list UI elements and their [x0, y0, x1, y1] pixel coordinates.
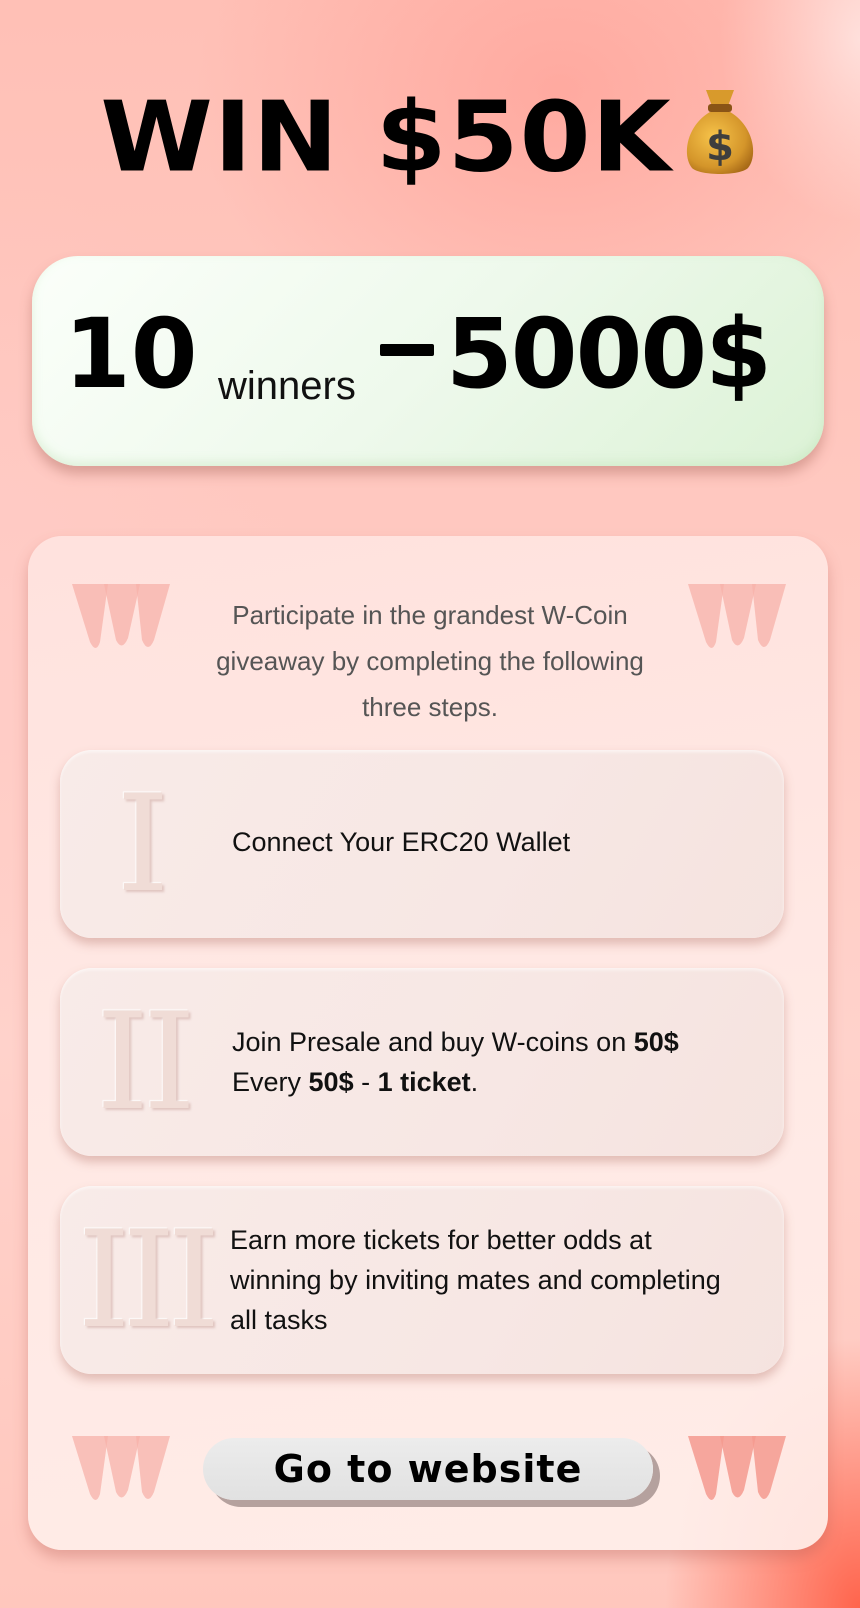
prize-card: 10 winners 5000$ — [32, 256, 824, 466]
svg-text:$: $ — [706, 124, 734, 170]
step-text-bold: 50$ — [633, 1027, 679, 1057]
step-numeral: I — [116, 766, 170, 922]
step-card-1: I Connect Your ERC20 Wallet — [60, 750, 784, 938]
prize-separator — [380, 344, 434, 356]
w-coin-logo-icon — [688, 584, 786, 648]
winner-count: 10 — [64, 298, 198, 410]
page-title: WIN $50K $ — [0, 78, 860, 197]
step-numeral: II — [96, 984, 196, 1140]
step-text: Connect Your ERC20 Wallet — [232, 827, 571, 857]
intro-text: Participate in the grandest W-Coin givea… — [216, 600, 644, 722]
step-card-2: II Join Presale and buy W-coins on 50$ Ev… — [60, 968, 784, 1156]
step-text: Earn more tickets for better odds at win… — [230, 1225, 721, 1335]
step-card-3: III Earn more tickets for better odds at… — [60, 1186, 784, 1374]
step-numeral: III — [77, 1202, 221, 1358]
prize-amount: 5000$ — [446, 298, 772, 410]
w-coin-logo-icon — [688, 1436, 786, 1500]
step-text-part: - — [353, 1067, 378, 1097]
go-to-website-button[interactable]: Go to website — [203, 1438, 653, 1500]
step-text-part: . — [470, 1067, 479, 1097]
title-text: WIN $50K — [100, 80, 672, 195]
w-coin-logo-icon — [72, 584, 170, 648]
step-text-bold: 50$ — [308, 1067, 354, 1097]
winner-unit: winners — [218, 364, 356, 408]
money-bag-icon: $ — [680, 82, 760, 178]
step-text: Join Presale and buy W-coins on 50$ Every… — [232, 1022, 752, 1102]
step-text-part: Join Presale and buy W-coins on — [232, 1027, 634, 1057]
step-text-bold: 1 ticket — [377, 1067, 471, 1097]
w-coin-logo-icon — [72, 1436, 170, 1500]
step-text-part: Every — [232, 1067, 309, 1097]
